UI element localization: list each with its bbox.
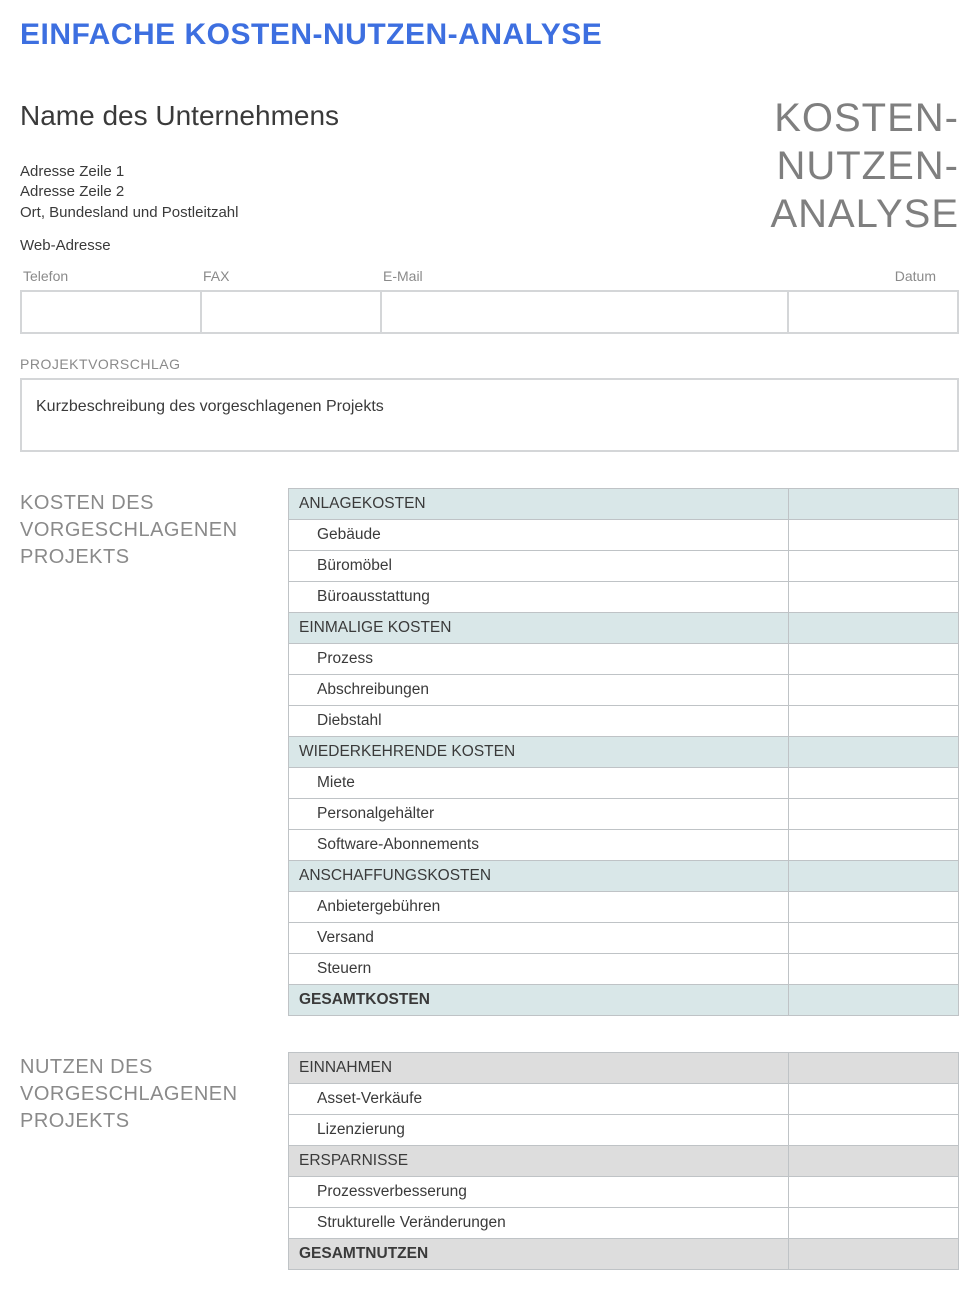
cost-category: ANLAGEKOSTEN [289, 488, 789, 519]
cost-category: ANSCHAFFUNGSKOSTEN [289, 860, 789, 891]
cost-item-label: Gebäude [289, 519, 789, 550]
document-type-title: KOSTEN- NUTZEN- ANALYSE [770, 94, 959, 238]
cost-category: WIEDERKEHRENDE KOSTEN [289, 736, 789, 767]
benefit-item-value[interactable] [789, 1114, 959, 1145]
benefit-item-value[interactable] [789, 1083, 959, 1114]
cost-item-label: Anbietergebühren [289, 891, 789, 922]
contact-header-date: Datum [788, 264, 958, 291]
cost-item-value[interactable] [789, 798, 959, 829]
address-line-2: Adresse Zeile 2 [20, 182, 770, 202]
cost-item-value[interactable] [789, 953, 959, 984]
cost-category-value[interactable] [789, 488, 959, 519]
cost-item-label: Abschreibungen [289, 674, 789, 705]
contact-table: Telefon FAX E-Mail Datum [20, 264, 959, 334]
project-description-box[interactable]: Kurzbeschreibung des vorgeschlagenen Pro… [20, 378, 959, 452]
cost-item-value[interactable] [789, 705, 959, 736]
company-name: Name des Unternehmens [20, 100, 770, 132]
cost-item-value[interactable] [789, 829, 959, 860]
cost-item-label: Versand [289, 922, 789, 953]
cost-item-value[interactable] [789, 581, 959, 612]
cost-item-label: Miete [289, 767, 789, 798]
cost-item-label: Steuern [289, 953, 789, 984]
page-title: EINFACHE KOSTEN-NUTZEN-ANALYSE [20, 18, 959, 52]
contact-cell-date[interactable] [788, 291, 958, 333]
benefit-item-label: Asset-Verkäufe [289, 1083, 789, 1114]
benefit-category-value[interactable] [789, 1145, 959, 1176]
cost-item-label: Büroausstattung [289, 581, 789, 612]
benefit-item-label: Strukturelle Veränderungen [289, 1207, 789, 1238]
cost-item-label: Prozess [289, 643, 789, 674]
address-line-1: Adresse Zeile 1 [20, 162, 770, 182]
contact-cell-phone[interactable] [21, 291, 201, 333]
contact-cell-fax[interactable] [201, 291, 381, 333]
cost-item-label: Büromöbel [289, 550, 789, 581]
cost-item-value[interactable] [789, 643, 959, 674]
cost-item-value[interactable] [789, 891, 959, 922]
cost-category-value[interactable] [789, 612, 959, 643]
benefit-category: ERSPARNISSE [289, 1145, 789, 1176]
benefits-table: EINNAHMENAsset-VerkäufeLizenzierungERSPA… [288, 1052, 959, 1270]
costs-table: ANLAGEKOSTENGebäudeBüromöbelBüroausstatt… [288, 488, 959, 1016]
contact-header-fax: FAX [201, 264, 381, 291]
cost-item-value[interactable] [789, 519, 959, 550]
cost-item-value[interactable] [789, 550, 959, 581]
cost-category-value[interactable] [789, 736, 959, 767]
cost-item-value[interactable] [789, 674, 959, 705]
benefit-category-value[interactable] [789, 1052, 959, 1083]
cost-item-label: Diebstahl [289, 705, 789, 736]
contact-header-phone: Telefon [21, 264, 201, 291]
cost-category-value[interactable] [789, 860, 959, 891]
costs-side-label: KOSTEN DES VORGESCHLAGENEN PROJEKTS [20, 488, 270, 1016]
cost-total-label: GESAMTKOSTEN [289, 984, 789, 1015]
cost-item-value[interactable] [789, 922, 959, 953]
benefit-item-value[interactable] [789, 1207, 959, 1238]
benefit-item-label: Lizenzierung [289, 1114, 789, 1145]
document-type-line: ANALYSE [770, 190, 959, 238]
document-type-line: KOSTEN- [770, 94, 959, 142]
cost-total-value[interactable] [789, 984, 959, 1015]
benefit-item-value[interactable] [789, 1176, 959, 1207]
address-city-state-zip: Ort, Bundesland und Postleitzahl [20, 203, 770, 223]
cost-item-label: Software-Abonnements [289, 829, 789, 860]
benefit-item-label: Prozessverbesserung [289, 1176, 789, 1207]
contact-header-email: E-Mail [381, 264, 788, 291]
cost-category: EINMALIGE KOSTEN [289, 612, 789, 643]
benefit-category: EINNAHMEN [289, 1052, 789, 1083]
cost-item-value[interactable] [789, 767, 959, 798]
document-type-line: NUTZEN- [770, 142, 959, 190]
cost-item-label: Personalgehälter [289, 798, 789, 829]
contact-cell-email[interactable] [381, 291, 788, 333]
project-section-label: PROJEKTVORSCHLAG [20, 356, 959, 372]
benefits-side-label: NUTZEN DES VORGESCHLAGENEN PROJEKTS [20, 1052, 270, 1270]
web-address: Web-Adresse [20, 237, 770, 254]
